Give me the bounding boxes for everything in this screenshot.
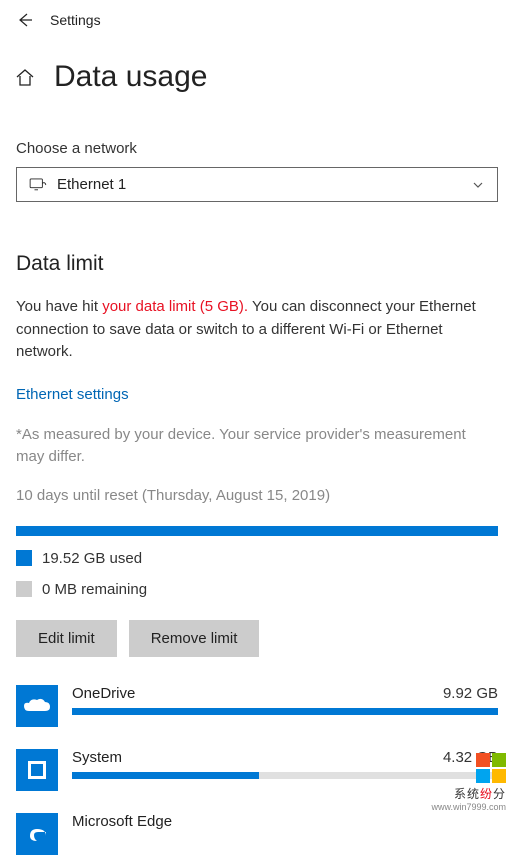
- network-label: Choose a network: [16, 140, 498, 157]
- edge-icon: [16, 813, 58, 855]
- network-selected: Ethernet 1: [57, 176, 126, 193]
- watermark: 系统纷分 www.win7999.com: [431, 753, 506, 812]
- chevron-down-icon: [471, 178, 485, 192]
- list-item: Microsoft Edge: [16, 813, 498, 855]
- remove-limit-button[interactable]: Remove limit: [129, 620, 260, 657]
- usage-progress-bar: [16, 526, 498, 536]
- system-icon: [16, 749, 58, 791]
- reset-info: 10 days until reset (Thursday, August 15…: [16, 487, 498, 504]
- ethernet-settings-link[interactable]: Ethernet settings: [16, 386, 129, 403]
- app-usage-list: OneDrive 9.92 GB System 4.32 GB: [16, 685, 498, 855]
- remaining-text: 0 MB remaining: [42, 581, 147, 598]
- page-title: Data usage: [54, 60, 207, 94]
- warning-limit: your data limit (5 GB).: [102, 298, 248, 315]
- used-text: 19.52 GB used: [42, 550, 142, 567]
- app-name: OneDrive: [72, 685, 135, 702]
- app-usage-bar: [72, 708, 498, 715]
- measurement-disclaimer: *As measured by your device. Your servic…: [16, 424, 498, 469]
- microsoft-logo-icon: [476, 753, 506, 783]
- network-select[interactable]: Ethernet 1: [16, 167, 498, 202]
- data-limit-title: Data limit: [16, 252, 498, 276]
- watermark-url: www.win7999.com: [431, 802, 506, 812]
- onedrive-icon: [16, 685, 58, 727]
- list-item: OneDrive 9.92 GB: [16, 685, 498, 727]
- warning-prefix: You have hit: [16, 298, 102, 315]
- list-item: System 4.32 GB: [16, 749, 498, 791]
- remaining-swatch: [16, 581, 32, 597]
- home-icon[interactable]: [14, 66, 36, 88]
- app-name: Microsoft Edge: [72, 813, 172, 830]
- used-swatch: [16, 550, 32, 566]
- ethernet-icon: [29, 178, 47, 192]
- app-size: 9.92 GB: [443, 685, 498, 702]
- app-name: System: [72, 749, 122, 766]
- header-title: Settings: [50, 12, 101, 28]
- edit-limit-button[interactable]: Edit limit: [16, 620, 117, 657]
- data-limit-warning: You have hit your data limit (5 GB). You…: [16, 296, 498, 364]
- back-icon[interactable]: [14, 10, 34, 30]
- watermark-brand: 系统纷分: [431, 785, 506, 802]
